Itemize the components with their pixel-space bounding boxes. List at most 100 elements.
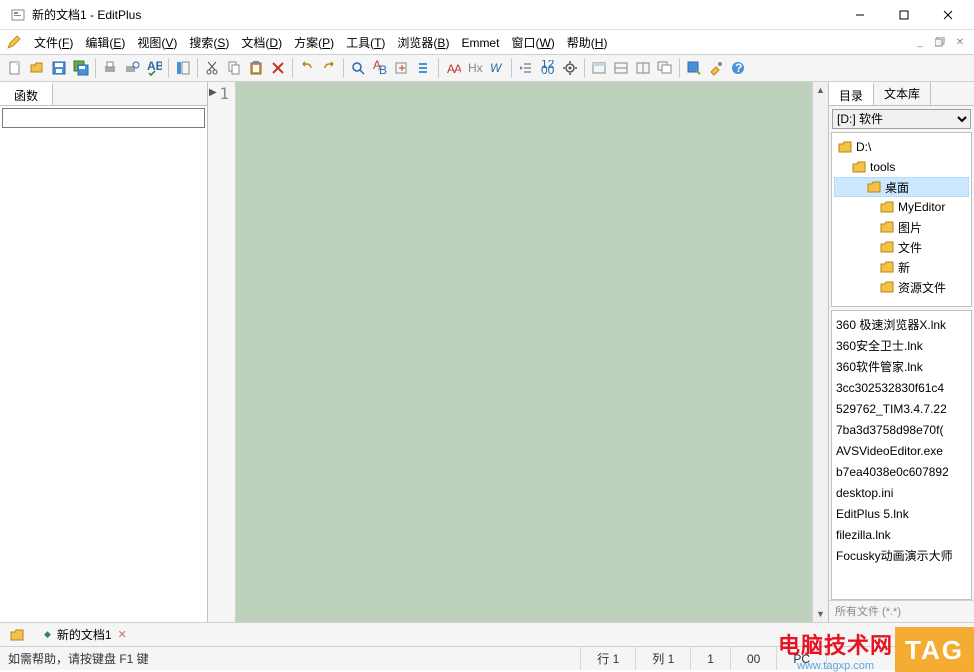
maximize-button[interactable] [882,1,926,29]
menu-h[interactable]: 帮助(H) [561,34,614,52]
file-item[interactable]: EditPlus 5.lnk [836,504,967,525]
folder-icon [880,261,894,273]
goto-button[interactable] [391,57,413,79]
cut-button[interactable] [201,57,223,79]
document-tab[interactable]: ◆ 新的文档1 ✕ [36,624,135,645]
file-item[interactable]: 360软件管家.lnk [836,357,967,378]
drive-select[interactable]: [D:] 软件 [832,109,971,129]
menu-p[interactable]: 方案(P) [288,34,340,52]
mdi-close-button[interactable]: ✕ [951,34,969,50]
editor: ▶ 1 ▲ ▼ [208,82,828,622]
toggle-panel-button[interactable] [172,57,194,79]
editor-body[interactable] [236,82,812,622]
columns-button[interactable]: 1200 [537,57,559,79]
titlebar: 新的文档1 - EditPlus [0,0,974,30]
find-button[interactable] [347,57,369,79]
help-button[interactable]: ? [727,57,749,79]
file-item[interactable]: 3cc302532830f61c4 [836,378,967,399]
scroll-up-button[interactable]: ▲ [813,82,828,98]
file-item[interactable]: 7ba3d3758d98e70f( [836,420,967,441]
spell-check-button[interactable]: ABC [143,57,165,79]
svg-text:Hx: Hx [468,61,483,75]
tree-item-label: tools [870,160,895,174]
print-button[interactable] [99,57,121,79]
undo-button[interactable] [296,57,318,79]
file-item[interactable]: filezilla.lnk [836,525,967,546]
replace-button[interactable]: AB [369,57,391,79]
tools-button[interactable] [705,57,727,79]
folder-icon [838,141,852,153]
right-panel: 目录 文本库 [D:] 软件 D:\ tools 桌面MyEditor图片文件新资源… [828,82,974,622]
close-tab-button[interactable]: ✕ [118,628,127,641]
file-item[interactable]: AVSVideoEditor.exe [836,441,967,462]
tree-item[interactable]: MyEditor [834,197,969,217]
folder-icon[interactable] [10,629,24,641]
statusbar-help: 如需帮助，请按键盘 F1 键 [8,650,580,667]
file-item[interactable]: b7ea4038e0c607892 [836,462,967,483]
folder-icon [880,201,894,213]
svg-text:A: A [454,62,461,76]
new-file-button[interactable] [4,57,26,79]
mdi-restore-button[interactable] [931,34,949,50]
file-item[interactable]: 360安全卫士.lnk [836,336,967,357]
toolbar: ABC AB AA Hx W 1200 ? [0,54,974,82]
tree-item[interactable]: 图片 [834,217,969,237]
function-search-input[interactable] [2,108,205,128]
tree-item[interactable]: 桌面 [834,177,969,197]
browser-button[interactable]: W [486,57,508,79]
copy-button[interactable] [223,57,245,79]
menu-t[interactable]: 工具(T) [340,34,391,52]
print-preview-button[interactable] [121,57,143,79]
window-3-button[interactable] [632,57,654,79]
menu-emmet[interactable]: Emmet [455,34,505,52]
tree-item-label: 文件 [898,239,922,256]
menu-f[interactable]: 文件(F) [28,34,79,52]
window-1-button[interactable] [588,57,610,79]
redo-button[interactable] [318,57,340,79]
bookmark-button[interactable] [413,57,435,79]
close-button[interactable] [926,1,970,29]
save-all-button[interactable] [70,57,92,79]
menu-v[interactable]: 视图(V) [131,34,183,52]
file-item[interactable]: 360 极速浏览器X.lnk [836,315,967,336]
menu-d[interactable]: 文档(D) [235,34,288,52]
tree-item-label: D:\ [856,140,871,154]
tree-item[interactable]: 新 [834,257,969,277]
functions-tab[interactable]: 函数 [0,82,53,105]
menu-e[interactable]: 编辑(E) [79,34,131,52]
window-4-button[interactable] [654,57,676,79]
cliptext-tab[interactable]: 文本库 [874,82,931,105]
folder-icon [880,241,894,253]
open-file-button[interactable] [26,57,48,79]
statusbar-row: 行 1 [580,647,635,670]
statusbar: 如需帮助，请按键盘 F1 键 行 1 列 1 1 00 PC [0,646,974,670]
file-list[interactable]: 360 极速浏览器X.lnk360安全卫士.lnk360软件管家.lnk3cc3… [831,310,972,600]
window-2-button[interactable] [610,57,632,79]
paste-button[interactable] [245,57,267,79]
menu-s[interactable]: 搜索(S) [183,34,235,52]
file-item[interactable]: 529762_TIM3.4.7.22 [836,399,967,420]
hex-button[interactable]: Hx [464,57,486,79]
tree-item[interactable]: 文件 [834,237,969,257]
delete-button[interactable] [267,57,289,79]
folder-tree[interactable]: D:\ tools 桌面MyEditor图片文件新资源文件 [831,132,972,307]
save-button[interactable] [48,57,70,79]
statusbar-offset: 00 [730,647,776,670]
font-button[interactable]: AA [442,57,464,79]
scroll-down-button[interactable]: ▼ [813,606,828,622]
caret-marker-icon: ▶ [209,87,217,98]
tree-item[interactable]: tools [834,157,969,177]
directory-tab[interactable]: 目录 [829,82,874,105]
mdi-minimize-button[interactable]: _ [911,34,929,50]
file-item[interactable]: desktop.ini [836,483,967,504]
tree-item[interactable]: 资源文件 [834,277,969,297]
indent-button[interactable] [515,57,537,79]
menu-b[interactable]: 浏览器(B) [391,34,455,52]
vertical-scrollbar[interactable]: ▲ ▼ [812,82,828,622]
file-item[interactable]: Focusky动画演示大师 [836,546,967,567]
settings-button[interactable] [559,57,581,79]
save-config-button[interactable] [683,57,705,79]
minimize-button[interactable] [838,1,882,29]
menu-w[interactable]: 窗口(W) [505,34,560,52]
tree-item[interactable]: D:\ [834,137,969,157]
